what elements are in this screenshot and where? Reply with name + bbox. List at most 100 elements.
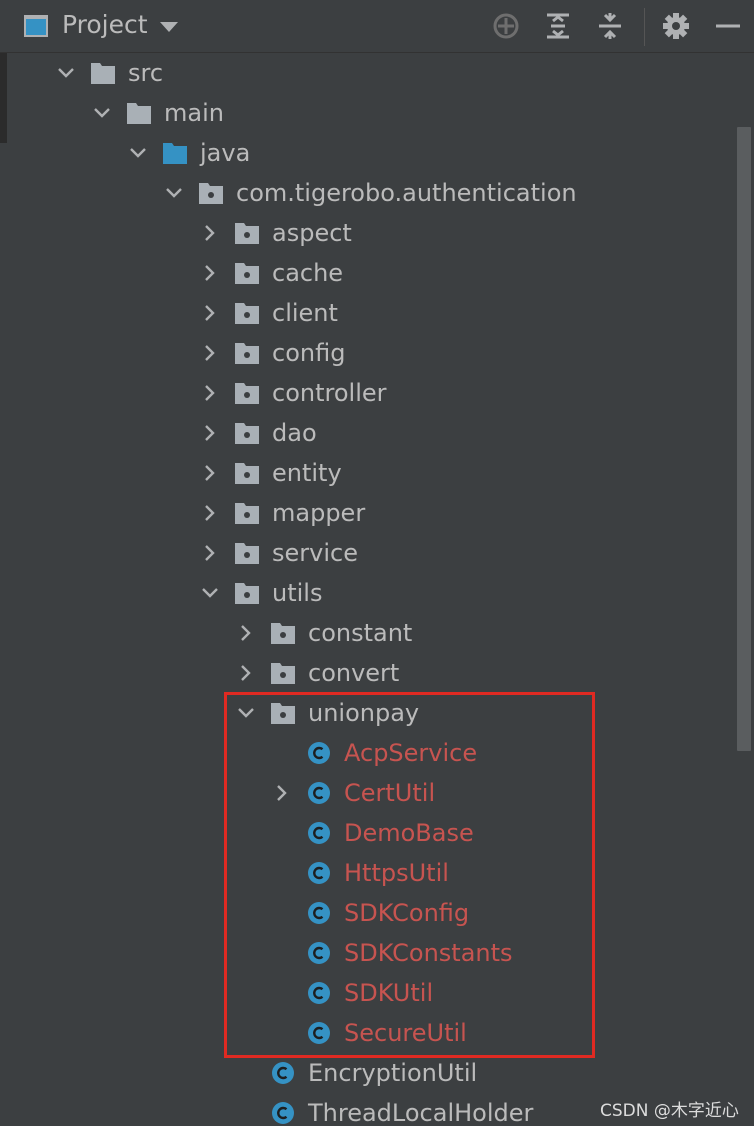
- chevron-right-icon[interactable]: [200, 543, 220, 563]
- class-icon: [306, 981, 332, 1005]
- chevron-right-icon[interactable]: [236, 623, 256, 643]
- folder-icon: [90, 61, 116, 85]
- tool-window-title[interactable]: Project: [62, 10, 148, 39]
- class-icon: [306, 781, 332, 805]
- tree-node-aspect[interactable]: aspect: [0, 213, 740, 253]
- package-folder-icon: [234, 341, 260, 365]
- chevron-right-icon[interactable]: [200, 463, 220, 483]
- tree-node-dao[interactable]: dao: [0, 413, 740, 453]
- chevron-right-icon[interactable]: [200, 263, 220, 283]
- package-folder-icon: [234, 501, 260, 525]
- dropdown-icon[interactable]: [157, 13, 181, 39]
- chevron-right-icon[interactable]: [200, 423, 220, 443]
- chevron-down-icon[interactable]: [128, 143, 148, 163]
- tree-node-unionpay[interactable]: unionpay: [0, 693, 740, 733]
- tree-node-label: unionpay: [308, 699, 420, 727]
- tree-node-label: constant: [308, 619, 413, 647]
- package-folder-icon: [270, 661, 296, 685]
- chevron-right-icon[interactable]: [200, 343, 220, 363]
- chevron-down-icon[interactable]: [56, 63, 76, 83]
- tree-node-label: CertUtil: [344, 779, 436, 807]
- tree-node-label: SDKConfig: [344, 899, 470, 927]
- chevron-right-icon[interactable]: [236, 663, 256, 683]
- tree-node-label: com.tigerobo.authentication: [236, 179, 577, 207]
- tree-node-label: cache: [272, 259, 344, 287]
- chevron-right-icon[interactable]: [200, 303, 220, 323]
- tree-node-controller[interactable]: controller: [0, 373, 740, 413]
- tree-node-com-tigerobo-authentication[interactable]: com.tigerobo.authentication: [0, 173, 740, 213]
- tree-node-label: entity: [272, 459, 342, 487]
- collapse-all-icon[interactable]: [596, 12, 624, 40]
- tree-node-config[interactable]: config: [0, 333, 740, 373]
- chevron-down-icon[interactable]: [92, 103, 112, 123]
- expand-all-icon[interactable]: [544, 12, 572, 40]
- gear-icon[interactable]: [662, 12, 690, 40]
- tree-node-encryptionutil[interactable]: EncryptionUtil: [0, 1053, 740, 1093]
- watermark-text: CSDN @木字近心: [600, 1101, 739, 1121]
- tree-node-certutil[interactable]: CertUtil: [0, 773, 740, 813]
- tree-node-acpservice[interactable]: AcpService: [0, 733, 740, 773]
- package-folder-icon: [234, 381, 260, 405]
- chevron-right-icon[interactable]: [200, 223, 220, 243]
- tree-node-label: EncryptionUtil: [308, 1059, 478, 1087]
- project-tool-window-header: Project: [0, 0, 754, 53]
- tree-node-demobase[interactable]: DemoBase: [0, 813, 740, 853]
- folder-icon: [162, 141, 188, 165]
- tree-node-sdkutil[interactable]: SDKUtil: [0, 973, 740, 1013]
- tree-node-label: SDKUtil: [344, 979, 434, 1007]
- chevron-down-icon[interactable]: [200, 583, 220, 603]
- vertical-scrollbar[interactable]: [737, 127, 751, 751]
- tree-node-label: service: [272, 539, 358, 567]
- package-folder-icon: [234, 461, 260, 485]
- tree-node-entity[interactable]: entity: [0, 453, 740, 493]
- tree-node-cache[interactable]: cache: [0, 253, 740, 293]
- class-icon: [270, 1101, 296, 1125]
- tree-node-label: SDKConstants: [344, 939, 513, 967]
- folder-icon: [126, 101, 152, 125]
- tree-node-label: convert: [308, 659, 400, 687]
- class-icon: [306, 861, 332, 885]
- package-folder-icon: [198, 181, 224, 205]
- tree-node-sdkconfig[interactable]: SDKConfig: [0, 893, 740, 933]
- header-separator: [644, 8, 645, 46]
- chevron-right-icon[interactable]: [272, 783, 292, 803]
- tree-node-label: main: [164, 99, 224, 127]
- package-folder-icon: [234, 541, 260, 565]
- chevron-down-icon[interactable]: [236, 703, 256, 723]
- tree-node-client[interactable]: client: [0, 293, 740, 333]
- package-folder-icon: [234, 581, 260, 605]
- minimize-icon[interactable]: [714, 12, 742, 40]
- tree-node-httpsutil[interactable]: HttpsUtil: [0, 853, 740, 893]
- package-folder-icon: [270, 701, 296, 725]
- class-icon: [306, 901, 332, 925]
- locate-icon[interactable]: [492, 12, 520, 40]
- package-folder-icon: [234, 421, 260, 445]
- tree-node-constant[interactable]: constant: [0, 613, 740, 653]
- tree-node-label: ThreadLocalHolder: [308, 1099, 534, 1126]
- tree-node-label: AcpService: [344, 739, 478, 767]
- tree-node-mapper[interactable]: mapper: [0, 493, 740, 533]
- tree-node-label: SecureUtil: [344, 1019, 467, 1047]
- project-icon: [24, 15, 48, 37]
- package-folder-icon: [270, 621, 296, 645]
- tree-node-utils[interactable]: utils: [0, 573, 740, 613]
- tree-node-secureutil[interactable]: SecureUtil: [0, 1013, 740, 1053]
- tree-node-main[interactable]: main: [0, 93, 740, 133]
- chevron-right-icon[interactable]: [200, 503, 220, 523]
- class-icon: [306, 741, 332, 765]
- tree-node-label: config: [272, 339, 346, 367]
- tree-node-label: src: [128, 59, 164, 87]
- tree-node-convert[interactable]: convert: [0, 653, 740, 693]
- tree-node-src[interactable]: src: [0, 53, 740, 93]
- package-folder-icon: [234, 261, 260, 285]
- chevron-right-icon[interactable]: [200, 383, 220, 403]
- chevron-down-icon[interactable]: [164, 183, 184, 203]
- tree-node-service[interactable]: service: [0, 533, 740, 573]
- tree-node-java[interactable]: java: [0, 133, 740, 173]
- tree-node-sdkconstants[interactable]: SDKConstants: [0, 933, 740, 973]
- tree-node-label: HttpsUtil: [344, 859, 449, 887]
- tree-node-label: mapper: [272, 499, 366, 527]
- tree-node-label: controller: [272, 379, 387, 407]
- tree-node-label: java: [200, 139, 251, 167]
- package-folder-icon: [234, 221, 260, 245]
